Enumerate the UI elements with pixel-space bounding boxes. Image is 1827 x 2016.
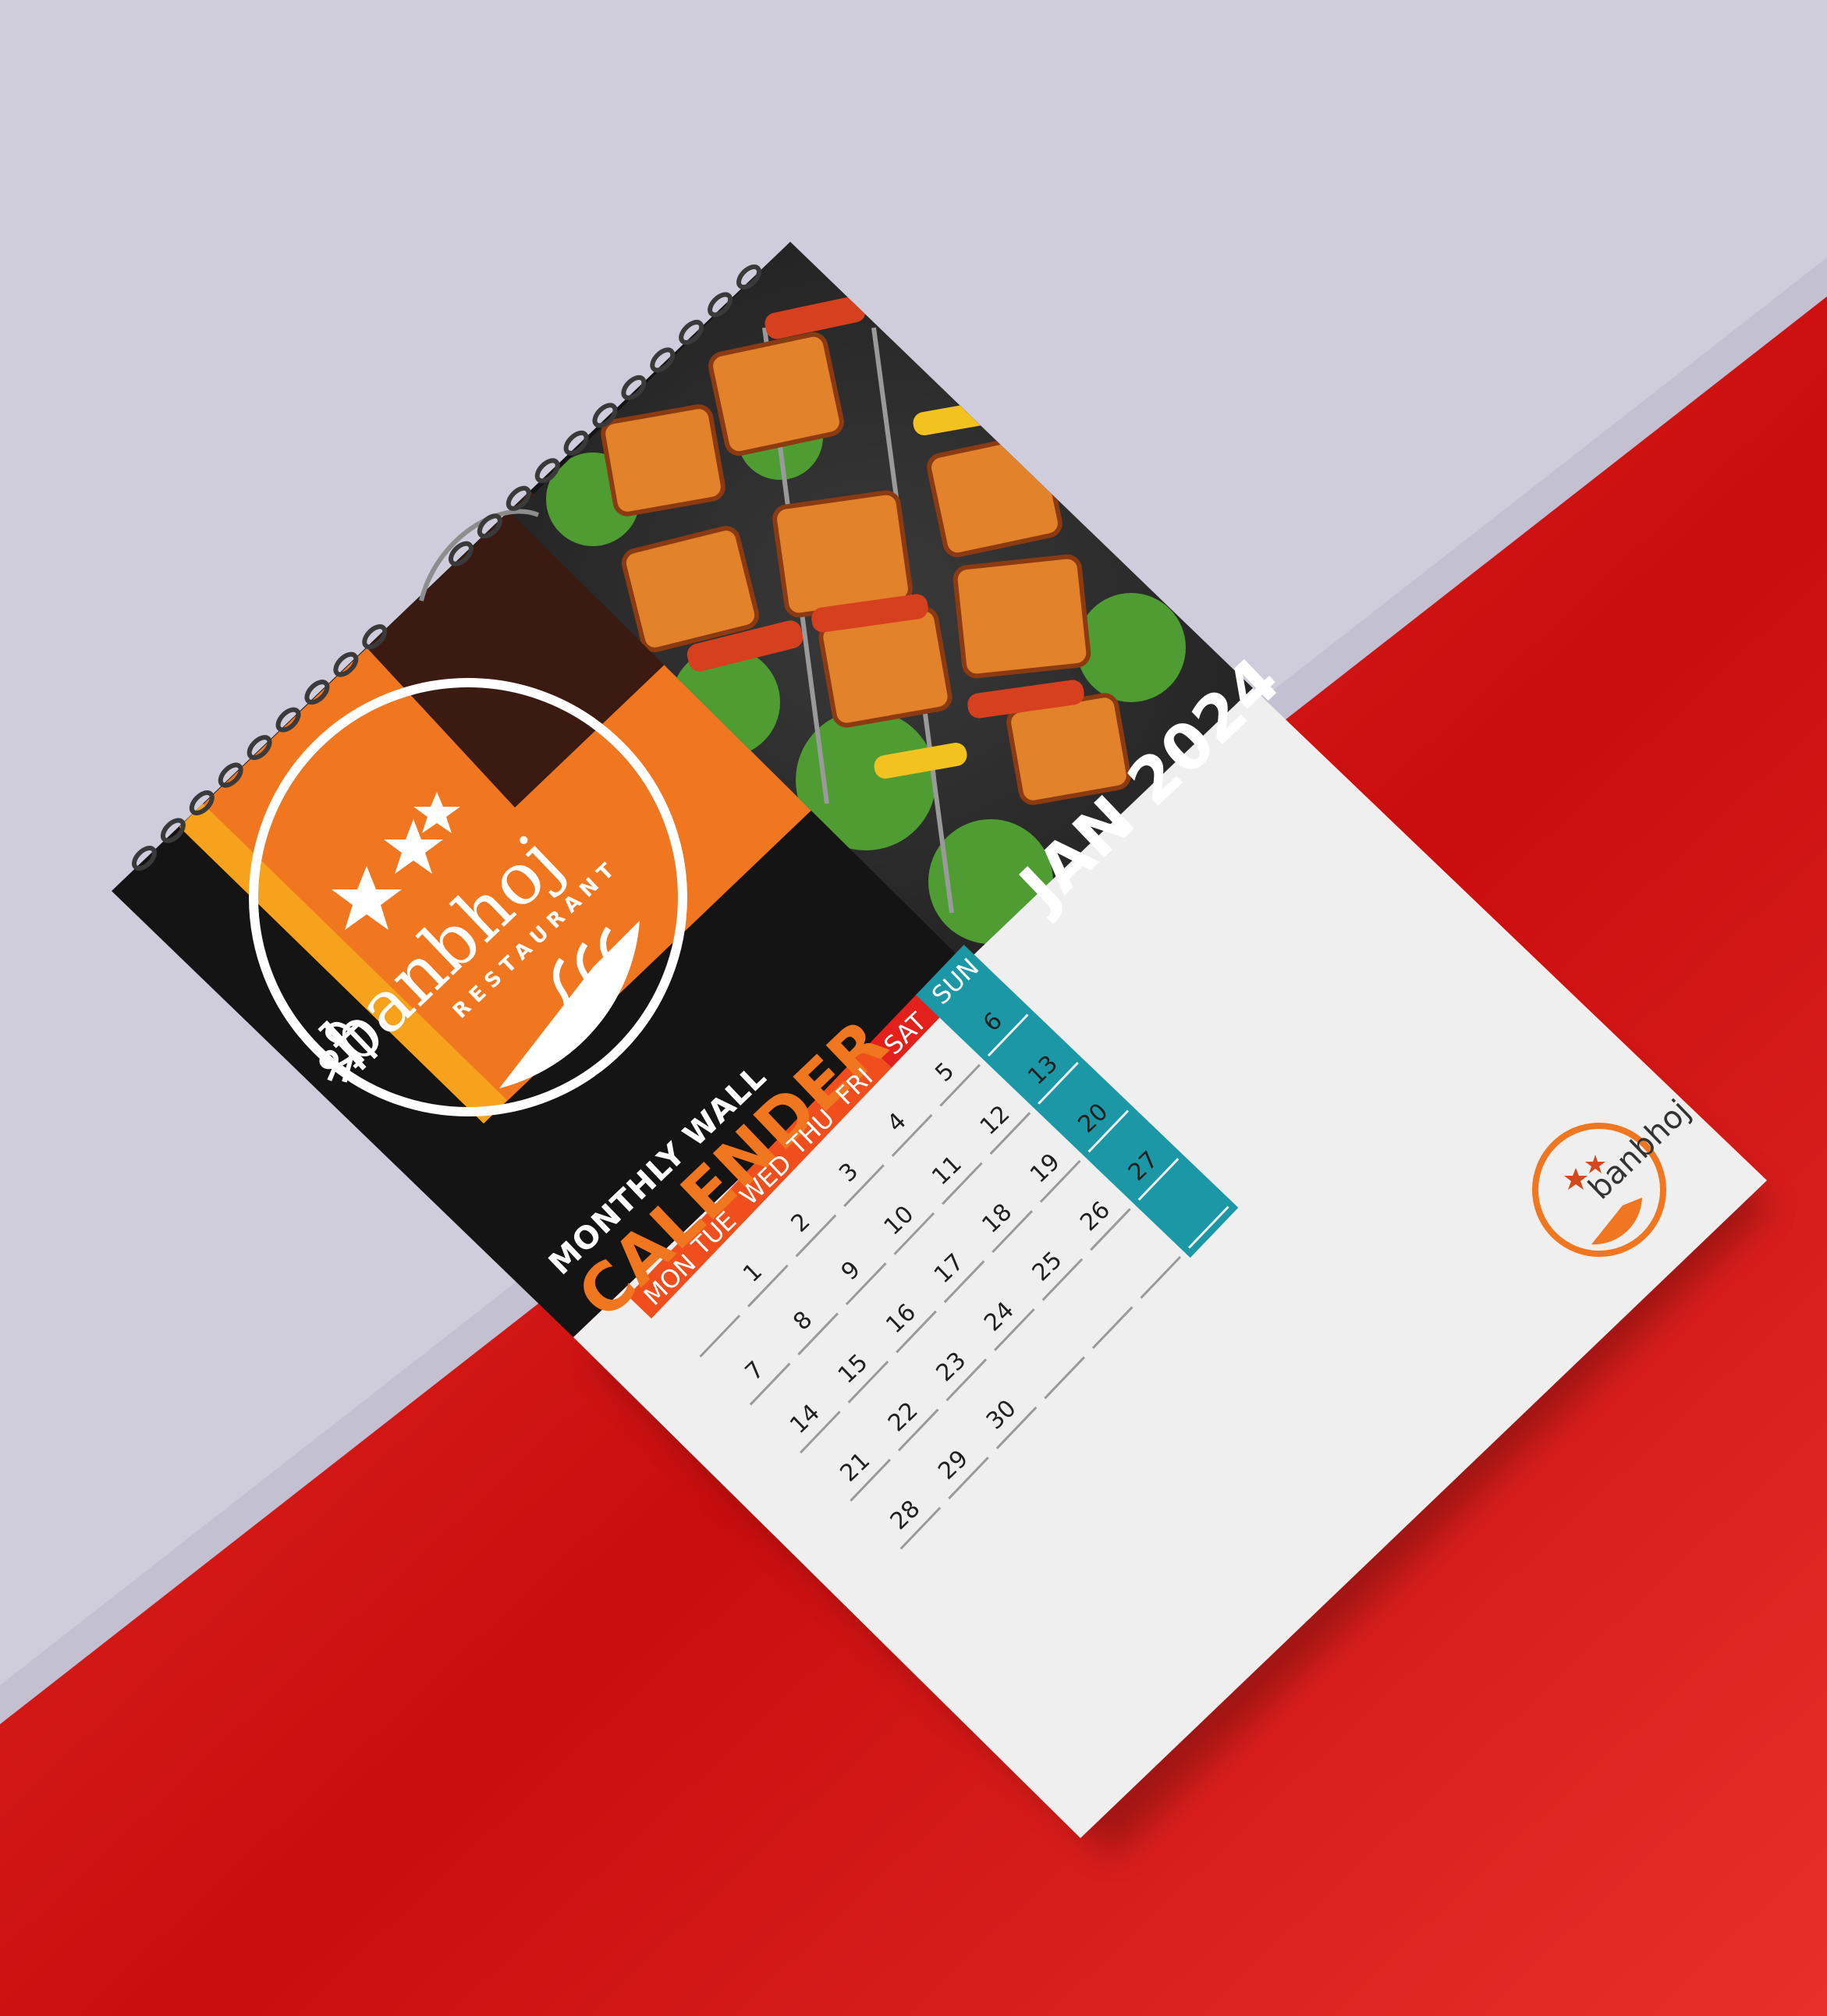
weekday-label: SUN (926, 953, 984, 1010)
calendar-labels: MONTUEWEDTHUFRISATSUN1234567891011121314… (638, 953, 1164, 1535)
date-number: 9 (836, 1256, 866, 1286)
date-number: 29 (933, 1445, 974, 1485)
weekday-label: WED (734, 1148, 798, 1211)
date-number: 19 (1025, 1148, 1066, 1189)
date-number: 7 (740, 1356, 770, 1386)
weekday-label: MON (638, 1248, 702, 1311)
date-number: 20 (1073, 1098, 1114, 1138)
date-number: 17 (929, 1248, 970, 1289)
date-number: 11 (927, 1150, 967, 1191)
date-number: 8 (788, 1306, 818, 1336)
weekday-label: TUE (686, 1205, 743, 1262)
date-number: 28 (885, 1495, 926, 1535)
date-number: 18 (977, 1198, 1017, 1239)
date-number: 6 (978, 1007, 1008, 1037)
date-number: 22 (883, 1397, 924, 1437)
date-number: 10 (879, 1201, 920, 1241)
weekday-label: THU (782, 1103, 840, 1162)
date-number: 21 (835, 1447, 875, 1488)
date-number: 2 (786, 1208, 816, 1237)
weekday-label: SAT (878, 1006, 933, 1060)
date-number: 16 (881, 1299, 921, 1340)
date-number: 15 (833, 1349, 874, 1390)
date-number: 24 (979, 1297, 1020, 1337)
date-number: 26 (1075, 1196, 1116, 1237)
weekday-label: FRI (830, 1062, 878, 1110)
date-number: 30 (981, 1395, 1022, 1436)
date-number: 5 (930, 1057, 960, 1087)
date-number: 13 (1023, 1050, 1063, 1091)
date-number: 25 (1027, 1247, 1068, 1287)
date-number: 4 (882, 1108, 912, 1138)
date-number: 12 (975, 1100, 1016, 1141)
date-number: 23 (931, 1347, 972, 1387)
date-number: 3 (834, 1158, 864, 1187)
date-number: 27 (1123, 1146, 1164, 1187)
date-number: 1 (738, 1258, 768, 1287)
date-number: 14 (785, 1399, 825, 1439)
